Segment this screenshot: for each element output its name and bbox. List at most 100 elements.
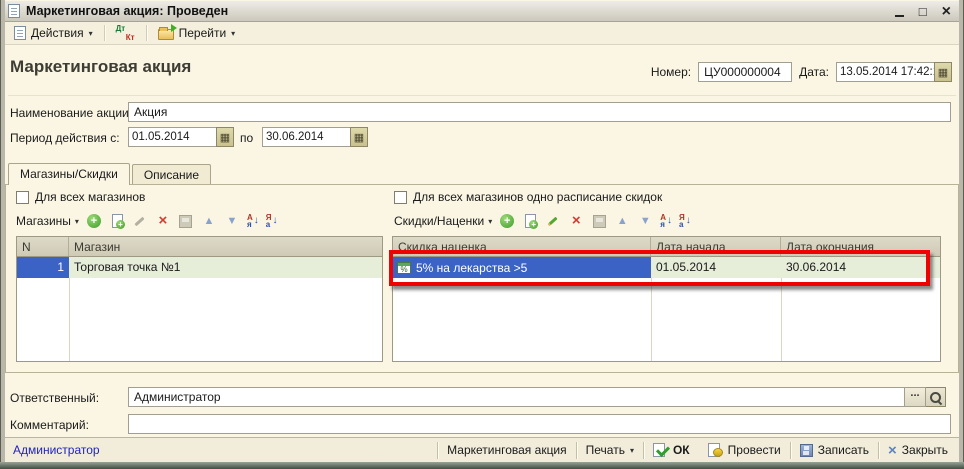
- stores-table-header: N Магазин: [17, 237, 382, 257]
- discounts-toolbar: Скидки/Наценки ▾ ▲ ▼ Ая ↓ Яа ↓: [394, 211, 691, 231]
- number-label: Номер:: [651, 65, 691, 79]
- ok-button[interactable]: ОК: [644, 443, 699, 457]
- stores-add-button[interactable]: [86, 213, 102, 229]
- stores-end-edit-button[interactable]: [178, 213, 194, 229]
- save-button[interactable]: Записать: [791, 443, 878, 457]
- ok-label: ОК: [673, 443, 690, 457]
- period-to-label: по: [240, 131, 253, 145]
- column-header-n[interactable]: N: [17, 237, 69, 256]
- minimize-button[interactable]: [895, 15, 904, 17]
- stores-edit-button[interactable]: [132, 213, 148, 229]
- period-from-calendar-button[interactable]: ▦: [216, 127, 234, 147]
- sort-asc-icon: Ая: [247, 214, 253, 228]
- discounts-end-edit-button[interactable]: [591, 213, 607, 229]
- status-bar: Администратор Маркетинговая акция Печать…: [1, 437, 963, 462]
- calendar-picker-button[interactable]: ▦: [934, 62, 952, 82]
- close-form-label: Закрыть: [902, 443, 948, 457]
- sort-desc-icon: Яа: [679, 214, 685, 228]
- close-button[interactable]: ×: [942, 5, 951, 18]
- period-from-input[interactable]: 01.05.2014: [128, 127, 216, 147]
- end-edit-icon: [179, 215, 192, 228]
- all-stores-checkbox[interactable]: [16, 191, 29, 204]
- discounts-move-up-button[interactable]: ▲: [614, 213, 630, 229]
- period-to-input[interactable]: 30.06.2014: [262, 127, 350, 147]
- stores-sort-asc-button[interactable]: Ая ↓: [247, 214, 259, 228]
- edit-pencil-icon: [546, 214, 560, 228]
- copy-icon: [523, 214, 537, 228]
- status-user: Администратор: [7, 443, 106, 457]
- responsible-input[interactable]: Администратор: [128, 387, 904, 407]
- sort-arrow-icon: ↓: [686, 215, 691, 227]
- sort-arrow-icon: ↓: [254, 215, 259, 227]
- number-field[interactable]: ЦУ000000004: [698, 62, 792, 82]
- campaign-name-input[interactable]: Акция: [128, 102, 951, 122]
- window-frame-left: [0, 0, 5, 462]
- close-form-button[interactable]: Закрыть: [879, 443, 957, 457]
- doc-type-button[interactable]: Маркетинговая акция: [438, 443, 576, 457]
- save-label: Записать: [818, 443, 869, 457]
- post-button[interactable]: Провести: [699, 443, 790, 457]
- print-label: Печать: [586, 443, 625, 457]
- campaign-name-label: Наименование акции:: [10, 106, 132, 120]
- tab-description[interactable]: Описание: [132, 164, 211, 184]
- move-down-icon: ▼: [640, 214, 651, 228]
- folder-go-icon: [158, 29, 174, 40]
- discounts-delete-button[interactable]: [568, 213, 584, 229]
- period-label: Период действия с:: [10, 131, 120, 145]
- header-divider: [8, 95, 956, 96]
- discounts-move-down-button[interactable]: ▼: [637, 213, 653, 229]
- print-menu-button[interactable]: Печать ▾: [577, 443, 643, 457]
- responsible-open-button[interactable]: [926, 387, 946, 407]
- window-frame-bottom[interactable]: [0, 462, 964, 469]
- add-icon: [500, 214, 514, 228]
- stores-copy-button[interactable]: [109, 213, 125, 229]
- window-title: Маркетинговая акция: Проведен: [26, 4, 228, 18]
- go-menu-button[interactable]: Перейти ▾: [152, 24, 242, 42]
- discounts-edit-button[interactable]: [545, 213, 561, 229]
- actions-menu-label: Действия: [31, 26, 84, 40]
- dtkt-postings-button[interactable]: ДтКт: [110, 23, 141, 44]
- one-schedule-checkbox[interactable]: [394, 191, 407, 204]
- toolbar-separator: [104, 25, 105, 41]
- responsible-browse-button[interactable]: ...: [904, 387, 926, 407]
- column-header-store[interactable]: Магазин: [69, 237, 382, 256]
- actions-menu-button[interactable]: Действия ▾: [8, 24, 99, 42]
- sort-arrow-icon: ↓: [272, 215, 277, 227]
- stores-sort-desc-button[interactable]: Яа ↓: [266, 214, 278, 228]
- table-row[interactable]: 1 Торговая точка №1: [17, 257, 382, 278]
- add-icon: [87, 214, 101, 228]
- stores-menu-button[interactable]: Магазины ▾: [16, 214, 79, 228]
- discounts-sort-asc-button[interactable]: Ая ↓: [660, 214, 672, 228]
- chevron-down-icon: ▾: [89, 29, 93, 38]
- stores-move-down-button[interactable]: ▼: [224, 213, 240, 229]
- delete-icon: [572, 214, 581, 228]
- tab-stores-discounts[interactable]: Магазины/Скидки: [8, 163, 130, 185]
- calendar-icon: ▦: [938, 66, 948, 79]
- ok-check-icon: [653, 443, 668, 457]
- calendar-icon: ▦: [220, 131, 230, 144]
- period-to-calendar-button[interactable]: ▦: [350, 127, 368, 147]
- row-number-cell[interactable]: 1: [17, 257, 69, 278]
- one-schedule-checkbox-row[interactable]: Для всех магазинов одно расписание скидо…: [394, 190, 662, 204]
- sort-desc-icon: Яа: [266, 214, 272, 228]
- discounts-add-button[interactable]: [499, 213, 515, 229]
- magnifier-icon: [929, 391, 942, 404]
- discounts-menu-button[interactable]: Скидки/Наценки ▾: [394, 214, 492, 228]
- store-cell[interactable]: Торговая точка №1: [69, 257, 382, 278]
- dtkt-icon: ДтКт: [116, 25, 135, 42]
- maximize-button[interactable]: □: [919, 5, 927, 18]
- discounts-copy-button[interactable]: [522, 213, 538, 229]
- document-icon: [14, 26, 26, 40]
- chevron-down-icon: ▾: [231, 29, 235, 38]
- page-title: Маркетинговая акция: [10, 57, 191, 77]
- discounts-sort-desc-button[interactable]: Яа ↓: [679, 214, 691, 228]
- all-stores-checkbox-row[interactable]: Для всех магазинов: [16, 190, 145, 204]
- one-schedule-checkbox-label: Для всех магазинов одно расписание скидо…: [413, 190, 662, 204]
- document-icon: [8, 4, 20, 18]
- close-x-icon: [888, 444, 897, 457]
- stores-move-up-button[interactable]: ▲: [201, 213, 217, 229]
- end-edit-icon: [593, 215, 606, 228]
- stores-delete-button[interactable]: [155, 213, 171, 229]
- date-field[interactable]: 13.05.2014 17:42:18: [836, 62, 934, 82]
- comment-input[interactable]: [128, 414, 951, 434]
